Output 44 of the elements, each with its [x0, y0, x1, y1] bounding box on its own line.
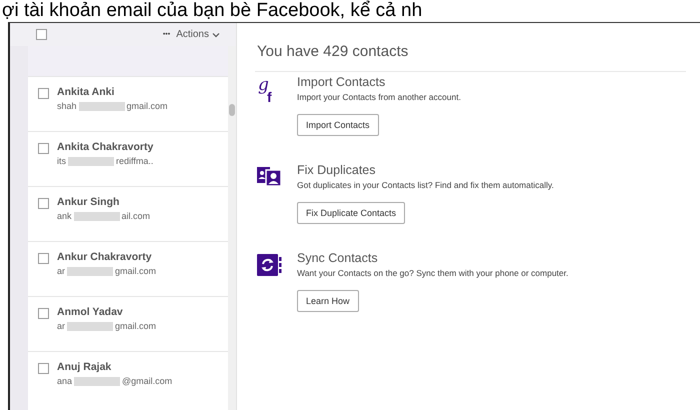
email-text: rediffma.. [116, 156, 154, 166]
scrollbar-thumb[interactable] [229, 104, 235, 116]
contact-name: Ankur Singh [57, 196, 120, 208]
blurred-text [67, 266, 114, 276]
contacts-count-heading: You have 429 contacts [256, 43, 410, 60]
section-description: Want your Contacts on the go? Sync them with your phone or computer. [297, 268, 568, 278]
contact-checkbox[interactable] [38, 363, 49, 374]
email-text: shah [57, 101, 77, 111]
select-all-checkbox[interactable] [36, 29, 47, 40]
section-title: Sync Contacts [297, 251, 379, 265]
email-text: gmail.com [115, 266, 156, 276]
email-text: ail.com [122, 211, 150, 221]
blurred-text [78, 102, 125, 110]
section-title: Fix Duplicates [297, 163, 376, 177]
caret-icon [212, 32, 220, 38]
email-text: gmail.com [115, 321, 156, 331]
action-button[interactable]: Import Contacts [297, 114, 379, 136]
contact-checkbox[interactable] [38, 88, 49, 99]
contact-name: Ankur Chakravorty [57, 251, 153, 263]
contact-checkbox[interactable] [38, 308, 49, 319]
contact-checkbox[interactable] [38, 143, 49, 154]
contact-name: Anuj Rajak [57, 361, 112, 373]
blurred-text [74, 376, 120, 386]
section-title: Import Contacts [297, 75, 386, 89]
contact-checkbox[interactable] [38, 253, 49, 264]
email-text: its [57, 156, 66, 166]
contact-name: Anmol Yadav [57, 306, 124, 318]
section-description: Got duplicates in your Contacts list? Find and fix them automatically. [297, 180, 554, 190]
email-text: gmail.com [126, 101, 168, 111]
contact-name: Ankita Chakravorty [57, 141, 154, 153]
blurred-text [68, 156, 114, 166]
blurred-text [74, 212, 120, 220]
contact-checkbox[interactable] [38, 198, 49, 209]
caption-text: ợi tài khoản email của bạn bè Facebook, kể cả nh [1, 0, 424, 22]
email-text: ana [57, 376, 72, 386]
action-button[interactable]: Learn How [297, 290, 359, 312]
section-description: Import your Contacts from another account. [297, 92, 461, 102]
email-text: ar [57, 321, 66, 331]
action-button[interactable]: Fix Duplicate Contacts [297, 202, 406, 224]
email-text: ank [57, 211, 72, 221]
email-text: @gmail.com [122, 376, 172, 386]
contact-name: Ankita Anki [57, 86, 116, 98]
blurred-text [67, 322, 114, 330]
email-text: ar [57, 266, 66, 276]
